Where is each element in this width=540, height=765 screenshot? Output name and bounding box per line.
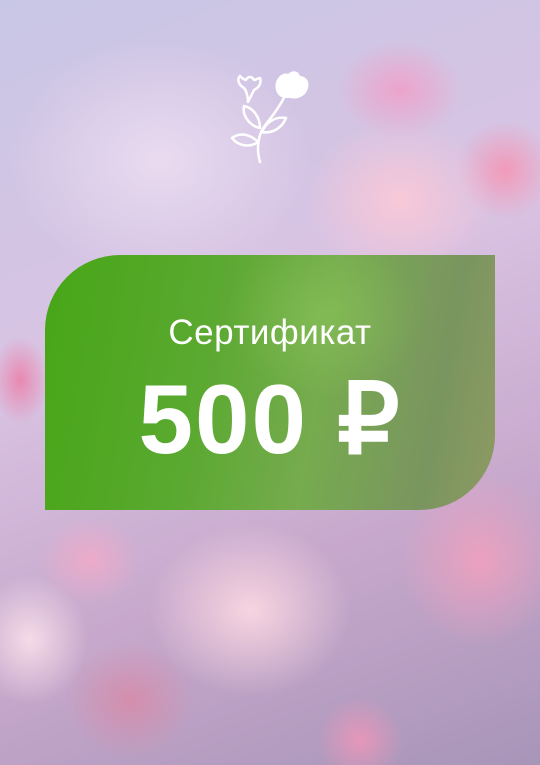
flower-icon (230, 71, 309, 164)
certificate-title: Сертификат (168, 313, 372, 352)
certificate-amount: 500 ₽ (138, 364, 402, 474)
certificate-card: Сертификат 500 ₽ (45, 255, 495, 510)
